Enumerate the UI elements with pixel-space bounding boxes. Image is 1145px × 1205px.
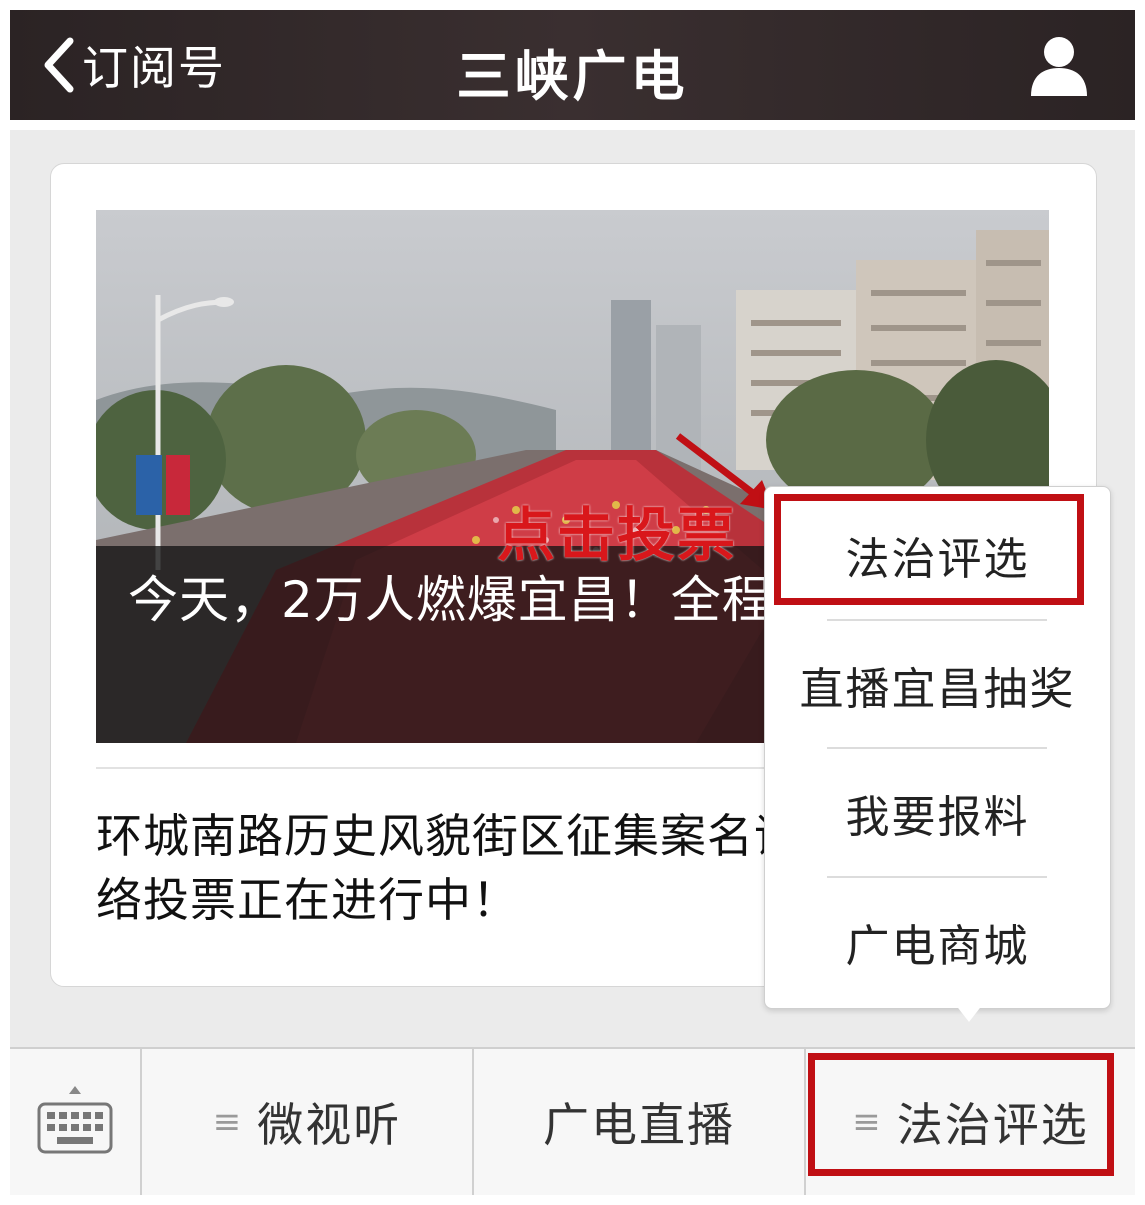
keyboard-toggle-button[interactable] (10, 1049, 140, 1195)
menu-item-live-broadcast[interactable]: 广电直播 (474, 1049, 804, 1195)
menu-item-label: 广电直播 (543, 1098, 735, 1152)
keyboard-icon (37, 1086, 113, 1154)
menu-item-label: 微视听 (257, 1098, 402, 1152)
submenu-item-live-lottery[interactable]: 直播宜昌抽奖 (765, 621, 1110, 749)
profile-icon[interactable] (1029, 34, 1089, 98)
highlight-box (808, 1053, 1114, 1176)
popup-tail (955, 1004, 983, 1022)
submenu-indicator-icon: ≡ (212, 1102, 242, 1142)
highlight-box (774, 494, 1084, 605)
submenu-item-report[interactable]: 我要报料 (765, 749, 1110, 877)
account-title: 三峡广电 (456, 45, 689, 108)
top-nav-bar: 订阅号 三峡广电 (10, 10, 1135, 120)
submenu-item-mall[interactable]: 广电商城 (765, 878, 1110, 1006)
menu-item-micro-media[interactable]: ≡ 微视听 (142, 1049, 472, 1195)
